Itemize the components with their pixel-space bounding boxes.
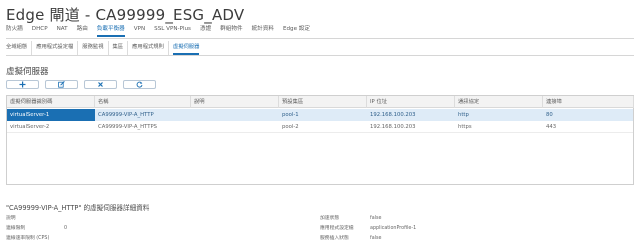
tab-certificates[interactable]: 憑證 — [200, 24, 211, 38]
cell-port: 443 — [546, 124, 557, 130]
main-tab-bar: 防火牆 DHCP NAT 路由 負載平衡器 VPN SSL VPN-Plus 憑… — [6, 24, 319, 38]
tab-nat[interactable]: NAT — [57, 24, 68, 38]
tab-routing[interactable]: 路由 — [77, 24, 88, 38]
subtab-service-monitoring[interactable]: 服務監視 — [78, 41, 109, 55]
subtab-virtual-servers[interactable]: 虛擬伺服器 — [169, 41, 204, 55]
tab-dhcp[interactable]: DHCP — [32, 24, 48, 38]
column-header-port[interactable]: 連接埠 — [543, 96, 634, 108]
cell-default-pool: pool-2 — [282, 124, 299, 130]
subtab-application-rules[interactable]: 應用程式規則 — [128, 41, 169, 55]
detail-value-connection-limit: 0 — [64, 226, 68, 231]
cell-name: CA99999-VIP-A_HTTP — [98, 112, 154, 118]
detail-label-acceleration: 加速狀態 — [320, 216, 340, 221]
cell-description — [191, 109, 279, 121]
column-header-default-pool[interactable]: 預設集區 — [279, 96, 367, 108]
sub-tab-bar: 全域組態 應用程式設定檔 服務監視 集區 應用程式規則 虛擬伺服器 — [6, 41, 203, 55]
subtab-application-profiles[interactable]: 應用程式設定檔 — [32, 41, 79, 55]
detail-label-application-profile: 應用程式設定檔 — [320, 226, 354, 231]
subtab-pools[interactable]: 集區 — [109, 41, 129, 55]
delete-button[interactable] — [84, 80, 117, 89]
detail-value-application-profile: applicationProfile-1 — [370, 226, 417, 231]
grid-toolbar — [6, 80, 156, 89]
tab-vpn[interactable]: VPN — [134, 24, 145, 38]
section-title: 虛擬伺服器 — [6, 67, 49, 77]
column-header-virtual-server-id[interactable]: 虛擬伺服器識別碼 — [7, 96, 95, 108]
detail-label-service-insertion: 服務插入狀態 — [320, 236, 349, 241]
column-header-description[interactable]: 說明 — [191, 96, 279, 108]
tab-ssl-vpn-plus[interactable]: SSL VPN-Plus — [154, 24, 191, 38]
virtual-server-table: 虛擬伺服器識別碼 名稱 說明 預設集區 IP 位址 通訊協定 連接埠 virtu… — [6, 95, 634, 185]
plus-icon — [19, 81, 26, 88]
edit-icon — [58, 81, 65, 88]
cell-protocol: https — [458, 124, 472, 130]
column-header-name[interactable]: 名稱 — [95, 96, 191, 108]
close-icon — [98, 82, 103, 87]
cell-virtual-server-id: virtualServer-2 — [10, 124, 50, 130]
cell-protocol: http — [458, 112, 469, 118]
tab-grouping-objects[interactable]: 群組物件 — [220, 24, 242, 38]
cell-name: CA99999-VIP-A_HTTPS — [98, 124, 158, 130]
refresh-button[interactable] — [123, 80, 156, 89]
edit-button[interactable] — [45, 80, 78, 89]
subtab-global-configuration[interactable]: 全域組態 — [6, 41, 33, 55]
sub-tab-divider — [6, 55, 634, 56]
cell-ip-address: 192.168.100.203 — [370, 124, 416, 130]
column-header-ip-address[interactable]: IP 位址 — [367, 96, 455, 108]
cell-virtual-server-id: virtualServer-1 — [7, 109, 95, 121]
cell-default-pool: pool-1 — [282, 112, 299, 118]
cell-port: 80 — [546, 112, 553, 118]
add-button[interactable] — [6, 80, 39, 89]
cell-description — [191, 121, 279, 133]
refresh-icon — [136, 81, 143, 88]
detail-value-acceleration: false — [370, 216, 382, 221]
page-title: Edge 閘道 - CA99999_ESG_ADV — [6, 6, 245, 24]
table-row[interactable]: virtualServer-2 CA99999-VIP-A_HTTPS pool… — [7, 121, 633, 133]
tab-statistics[interactable]: 統計資料 — [252, 24, 274, 38]
tab-edge-settings[interactable]: Edge 設定 — [283, 24, 310, 38]
detail-label-connection-limit: 連線限制 — [6, 226, 26, 231]
tab-divider — [6, 38, 634, 39]
table-row[interactable]: virtualServer-1 CA99999-VIP-A_HTTP pool-… — [7, 109, 633, 121]
detail-label-description: 說明 — [6, 216, 16, 221]
column-header-protocol[interactable]: 通訊協定 — [455, 96, 543, 108]
cell-ip-address: 192.168.100.203 — [370, 112, 416, 118]
table-header: 虛擬伺服器識別碼 名稱 說明 預設集區 IP 位址 通訊協定 連接埠 — [7, 96, 634, 108]
details-title: "CA99999-VIP-A_HTTP" 的虛擬伺服器詳細資料 — [6, 204, 150, 212]
tab-load-balancer[interactable]: 負載平衡器 — [96, 24, 125, 38]
detail-label-connection-rate-limit: 連線速率限制 (CPS) — [6, 236, 50, 241]
tab-firewall[interactable]: 防火牆 — [6, 24, 23, 38]
detail-value-service-insertion: false — [370, 236, 382, 241]
